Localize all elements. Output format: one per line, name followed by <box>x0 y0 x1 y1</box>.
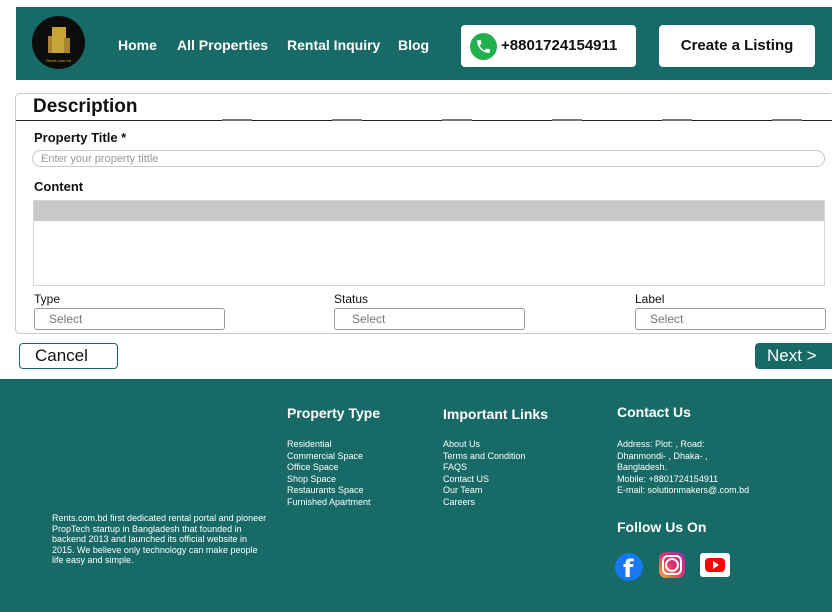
site-footer: Rents.com.bd first dedicated rental port… <box>0 379 832 612</box>
building-logo-icon-side <box>64 38 70 53</box>
property-type-heading: Property Type <box>287 405 381 421</box>
section-title: Description <box>33 96 138 117</box>
site-logo[interactable]: Rents.com.bd <box>32 16 85 69</box>
footer-link-terms[interactable]: Terms and Condition <box>443 451 526 463</box>
important-links-list: About Us Terms and Condition FAQS Contac… <box>443 439 526 508</box>
contact-address-line: Dhanmondi- , Dhaka- , <box>617 450 708 461</box>
footer-link-furnished-apartment[interactable]: Furnished Apartment <box>287 497 371 509</box>
contact-details: Address: Plot: , Road: Dhanmondi- , Dhak… <box>617 439 749 497</box>
contact-address-line: Address: Plot: , Road: <box>617 439 705 449</box>
instagram-icon[interactable] <box>659 552 685 578</box>
divider-tick <box>662 119 692 121</box>
instagram-lens <box>665 558 679 572</box>
nav-all-properties[interactable]: All Properties <box>177 37 268 53</box>
property-title-input[interactable] <box>32 150 825 167</box>
footer-link-commercial-space[interactable]: Commercial Space <box>287 451 371 463</box>
type-select[interactable]: Select <box>34 308 225 330</box>
site-header: Rents.com.bd Home All Properties Rental … <box>16 7 832 80</box>
property-title-label: Property Title * <box>34 130 127 145</box>
follow-us-heading: Follow Us On <box>617 519 707 535</box>
phone-contact-button[interactable]: +8801724154911 <box>461 25 636 67</box>
contact-mobile: Mobile: +8801724154911 <box>617 473 719 484</box>
footer-link-about-us[interactable]: About Us <box>443 439 526 451</box>
phone-number: +8801724154911 <box>501 37 618 54</box>
label-label: Label <box>635 292 665 306</box>
label-select[interactable]: Select <box>635 308 826 330</box>
cancel-button[interactable]: Cancel <box>19 343 118 369</box>
property-type-list: Residential Commercial Space Office Spac… <box>287 439 371 508</box>
facebook-icon[interactable]: f <box>615 553 643 583</box>
footer-link-shop-space[interactable]: Shop Space <box>287 474 371 486</box>
footer-link-contact-us[interactable]: Contact US <box>443 474 526 486</box>
footer-about-text: Rents.com.bd first dedicated rental port… <box>52 513 267 565</box>
play-triangle-icon <box>713 561 719 569</box>
divider-tick <box>332 119 362 121</box>
footer-link-restaurants-space[interactable]: Restaurants Space <box>287 485 371 497</box>
nav-rental-inquiry[interactable]: Rental Inquiry <box>287 37 380 53</box>
status-select[interactable]: Select <box>334 308 525 330</box>
footer-link-office-space[interactable]: Office Space <box>287 462 371 474</box>
logo-text: Rents.com.bd <box>46 58 71 63</box>
content-label: Content <box>34 179 84 194</box>
contact-us-heading: Contact Us <box>617 404 691 420</box>
section-divider <box>16 120 832 121</box>
phone-icon <box>470 33 497 60</box>
description-card: Description Property Title * Content Typ… <box>15 93 832 334</box>
divider-tick <box>442 119 472 121</box>
footer-link-faqs[interactable]: FAQS <box>443 462 526 474</box>
type-label: Type <box>34 292 61 306</box>
facebook-glyph: f <box>623 555 634 583</box>
divider-tick <box>552 119 582 121</box>
footer-link-our-team[interactable]: Our Team <box>443 485 526 497</box>
contact-email: E-mail: solutionmakers@.com.bd <box>617 485 750 495</box>
youtube-play-badge <box>705 558 725 572</box>
editor-toolbar[interactable] <box>34 201 824 221</box>
youtube-icon[interactable] <box>700 553 730 577</box>
contact-address-line: Bangladesh. <box>617 462 668 472</box>
nav-home[interactable]: Home <box>118 37 157 53</box>
footer-link-residential[interactable]: Residential <box>287 439 371 451</box>
footer-link-careers[interactable]: Careers <box>443 497 526 509</box>
nav-blog[interactable]: Blog <box>398 37 429 53</box>
status-label: Status <box>334 292 369 306</box>
create-listing-button[interactable]: Create a Listing <box>659 25 815 67</box>
important-links-heading: Important Links <box>443 406 549 422</box>
next-button[interactable]: Next > <box>755 343 832 369</box>
divider-tick <box>222 119 252 121</box>
divider-tick <box>772 119 802 121</box>
content-editor[interactable] <box>33 200 825 286</box>
